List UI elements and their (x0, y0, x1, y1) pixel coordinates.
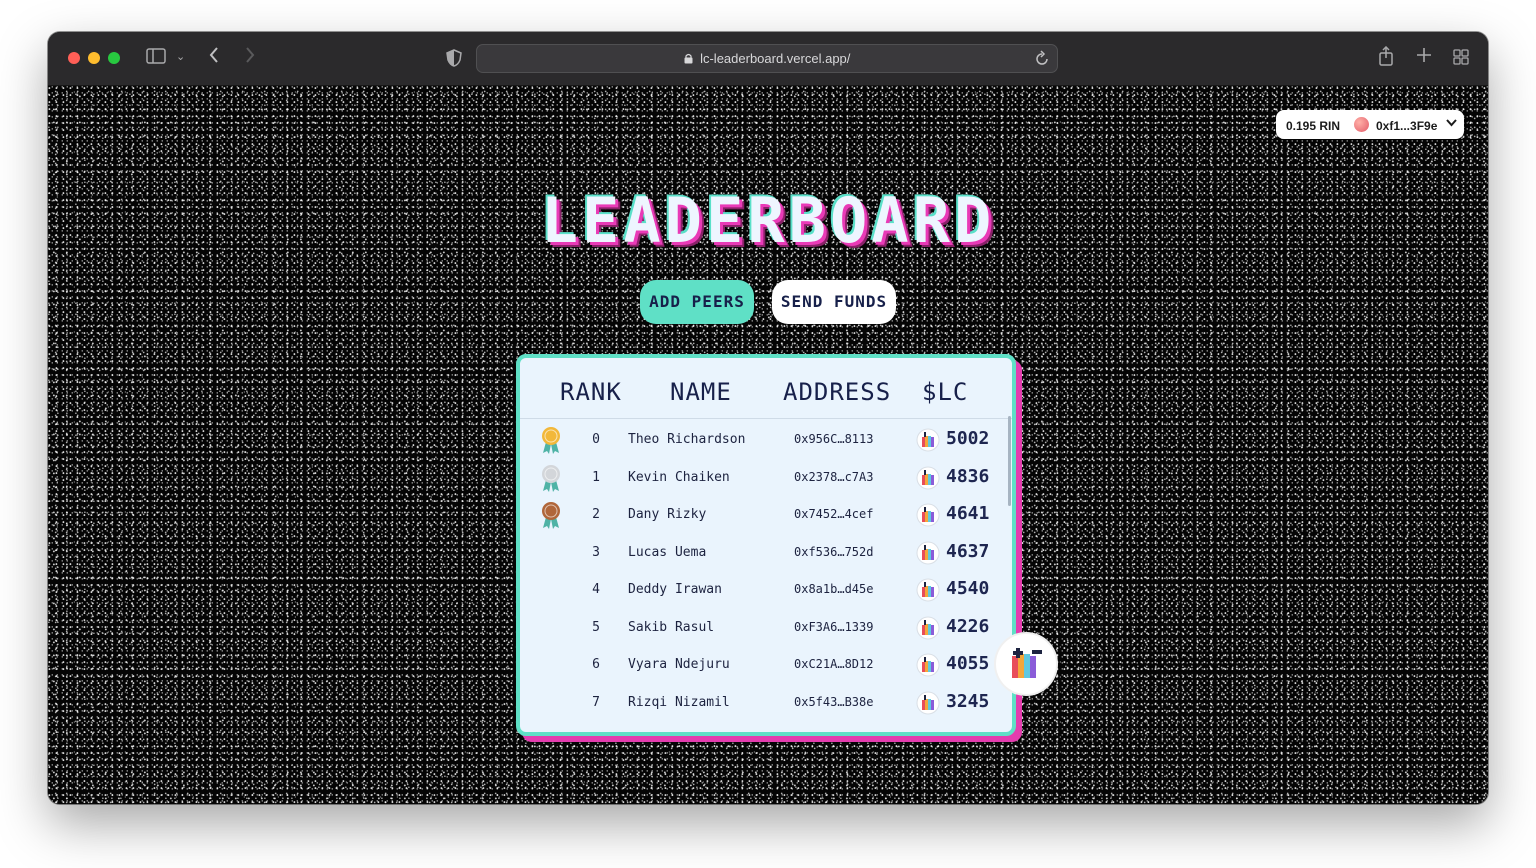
send-funds-button[interactable]: SEND FUNDS (772, 280, 896, 324)
tab-overview-icon[interactable] (1453, 49, 1469, 69)
row-address: 0xf536…752d (794, 544, 874, 559)
table-row[interactable]: 2 Dany Rizky 0x7452…4cef 4641 (520, 497, 1012, 534)
share-icon[interactable] (1378, 45, 1394, 70)
table-row[interactable]: 6 Vyara Ndejuru 0xC21A…8D12 4055 (520, 647, 1012, 684)
row-name: Sakib Rasul (628, 619, 715, 635)
page-title: LEADERBOARD (540, 184, 996, 257)
lc-coin-icon (916, 466, 940, 490)
row-rank: 2 (592, 507, 600, 522)
row-rank: 3 (592, 544, 600, 560)
row-rank: 7 (592, 694, 600, 710)
back-icon[interactable] (208, 46, 220, 68)
page-viewport: 0.195 RIN 0xf1...3F9e LEADERBOARD ADD PE… (48, 86, 1488, 804)
wallet-widget[interactable]: 0.195 RIN 0xf1...3F9e (1276, 110, 1464, 139)
row-rank: 1 (592, 469, 600, 485)
table-row[interactable]: 5 Sakib Rasul 0xF3A6…1339 4226 (520, 610, 1012, 647)
row-rank: 4 (592, 582, 600, 597)
add-peers-button[interactable]: ADD PEERS (640, 280, 754, 324)
shield-icon[interactable] (446, 49, 462, 71)
lc-coin-icon (916, 691, 940, 715)
table-row[interactable]: 0 Theo Richardson 0x956C…8113 5002 (520, 422, 1012, 459)
header-address: ADDRESS (783, 378, 892, 406)
row-name: Theo Richardson (628, 432, 746, 447)
row-name: Dany Rizky (628, 507, 707, 522)
minimize-window-button[interactable] (88, 52, 100, 64)
row-lc-amount: 3245 (946, 690, 990, 712)
row-rank: 0 (592, 432, 600, 447)
row-lc-amount: 4836 (946, 465, 990, 487)
lc-coin-icon (916, 578, 940, 602)
address-bar[interactable]: lc-leaderboard.vercel.app/ (476, 44, 1058, 73)
row-name: Rizqi Nizamil (628, 694, 730, 710)
row-name: Kevin Chaiken (628, 469, 730, 485)
row-lc-amount: 5002 (946, 428, 990, 449)
lc-badge[interactable] (996, 634, 1056, 694)
header-lc: $LC (922, 378, 969, 406)
table-row[interactable]: 1 Kevin Chaiken 0x2378…c7A3 4836 (520, 460, 1012, 497)
lc-coin-icon (916, 616, 940, 640)
url-text: lc-leaderboard.vercel.app/ (700, 51, 851, 66)
lc-coin-icon (916, 503, 940, 527)
plus-icon[interactable] (1416, 47, 1432, 67)
row-lc-amount: 4055 (946, 653, 990, 674)
table-header: RANK NAME ADDRESS $LC (520, 358, 1012, 419)
row-name: Vyara Ndejuru (628, 657, 730, 672)
account-button[interactable]: 0xf1...3F9e (1350, 112, 1460, 137)
lc-coin-icon (916, 428, 940, 452)
table-row[interactable]: 4 Deddy Irawan 0x8a1b…d45e 4540 (520, 572, 1012, 609)
row-rank: 5 (592, 619, 600, 635)
lc-coin-icon (1012, 648, 1042, 678)
row-lc-amount: 4637 (946, 540, 990, 562)
lc-coin-icon (916, 653, 940, 677)
wallet-balance: 0.195 RIN (1286, 119, 1341, 133)
row-address: 0x8a1b…d45e (794, 582, 874, 596)
medal-icon (540, 501, 562, 529)
row-address: 0xF3A6…1339 (794, 619, 874, 634)
lc-coin-icon (916, 541, 940, 565)
browser-window: ⌄ lc-leaderboard.vercel.app/ 0.195 RIN 0… (48, 32, 1488, 804)
browser-toolbar: ⌄ lc-leaderboard.vercel.app/ (48, 32, 1488, 86)
avatar (1354, 117, 1369, 132)
row-address: 0xC21A…8D12 (794, 657, 874, 671)
row-address: 0x7452…4cef (794, 507, 874, 521)
header-name: NAME (670, 378, 732, 406)
lock-icon (684, 53, 697, 66)
table-scrollbar[interactable] (1008, 416, 1011, 506)
sidebar-icon[interactable] (146, 48, 166, 68)
row-name: Deddy Irawan (628, 582, 722, 597)
table-row[interactable]: 3 Lucas Uema 0xf536…752d 4637 (520, 535, 1012, 572)
medal-icon (540, 426, 562, 454)
zoom-window-button[interactable] (108, 52, 120, 64)
row-rank: 6 (592, 657, 600, 672)
table-row[interactable]: 7 Rizqi Nizamil 0x5f43…B38e 3245 (520, 685, 1012, 722)
row-address: 0x2378…c7A3 (794, 469, 874, 484)
leaderboard-table: RANK NAME ADDRESS $LC 0 Theo Richardson 0x… (516, 354, 1016, 736)
row-address: 0x956C…8113 (794, 432, 874, 446)
chevron-down-icon[interactable]: ⌄ (176, 50, 185, 63)
row-lc-amount: 4641 (946, 503, 990, 524)
row-name: Lucas Uema (628, 544, 707, 560)
row-address: 0x5f43…B38e (794, 694, 874, 709)
header-rank: RANK (560, 378, 622, 406)
row-lc-amount: 4540 (946, 578, 990, 599)
account-address: 0xf1...3F9e (1376, 119, 1438, 133)
chevron-down-icon (1446, 117, 1457, 130)
reload-icon[interactable] (1035, 50, 1049, 70)
close-window-button[interactable] (68, 52, 80, 64)
url-display: lc-leaderboard.vercel.app/ (477, 51, 1057, 66)
medal-icon (540, 464, 562, 492)
row-lc-amount: 4226 (946, 615, 990, 637)
forward-icon[interactable] (244, 46, 256, 68)
